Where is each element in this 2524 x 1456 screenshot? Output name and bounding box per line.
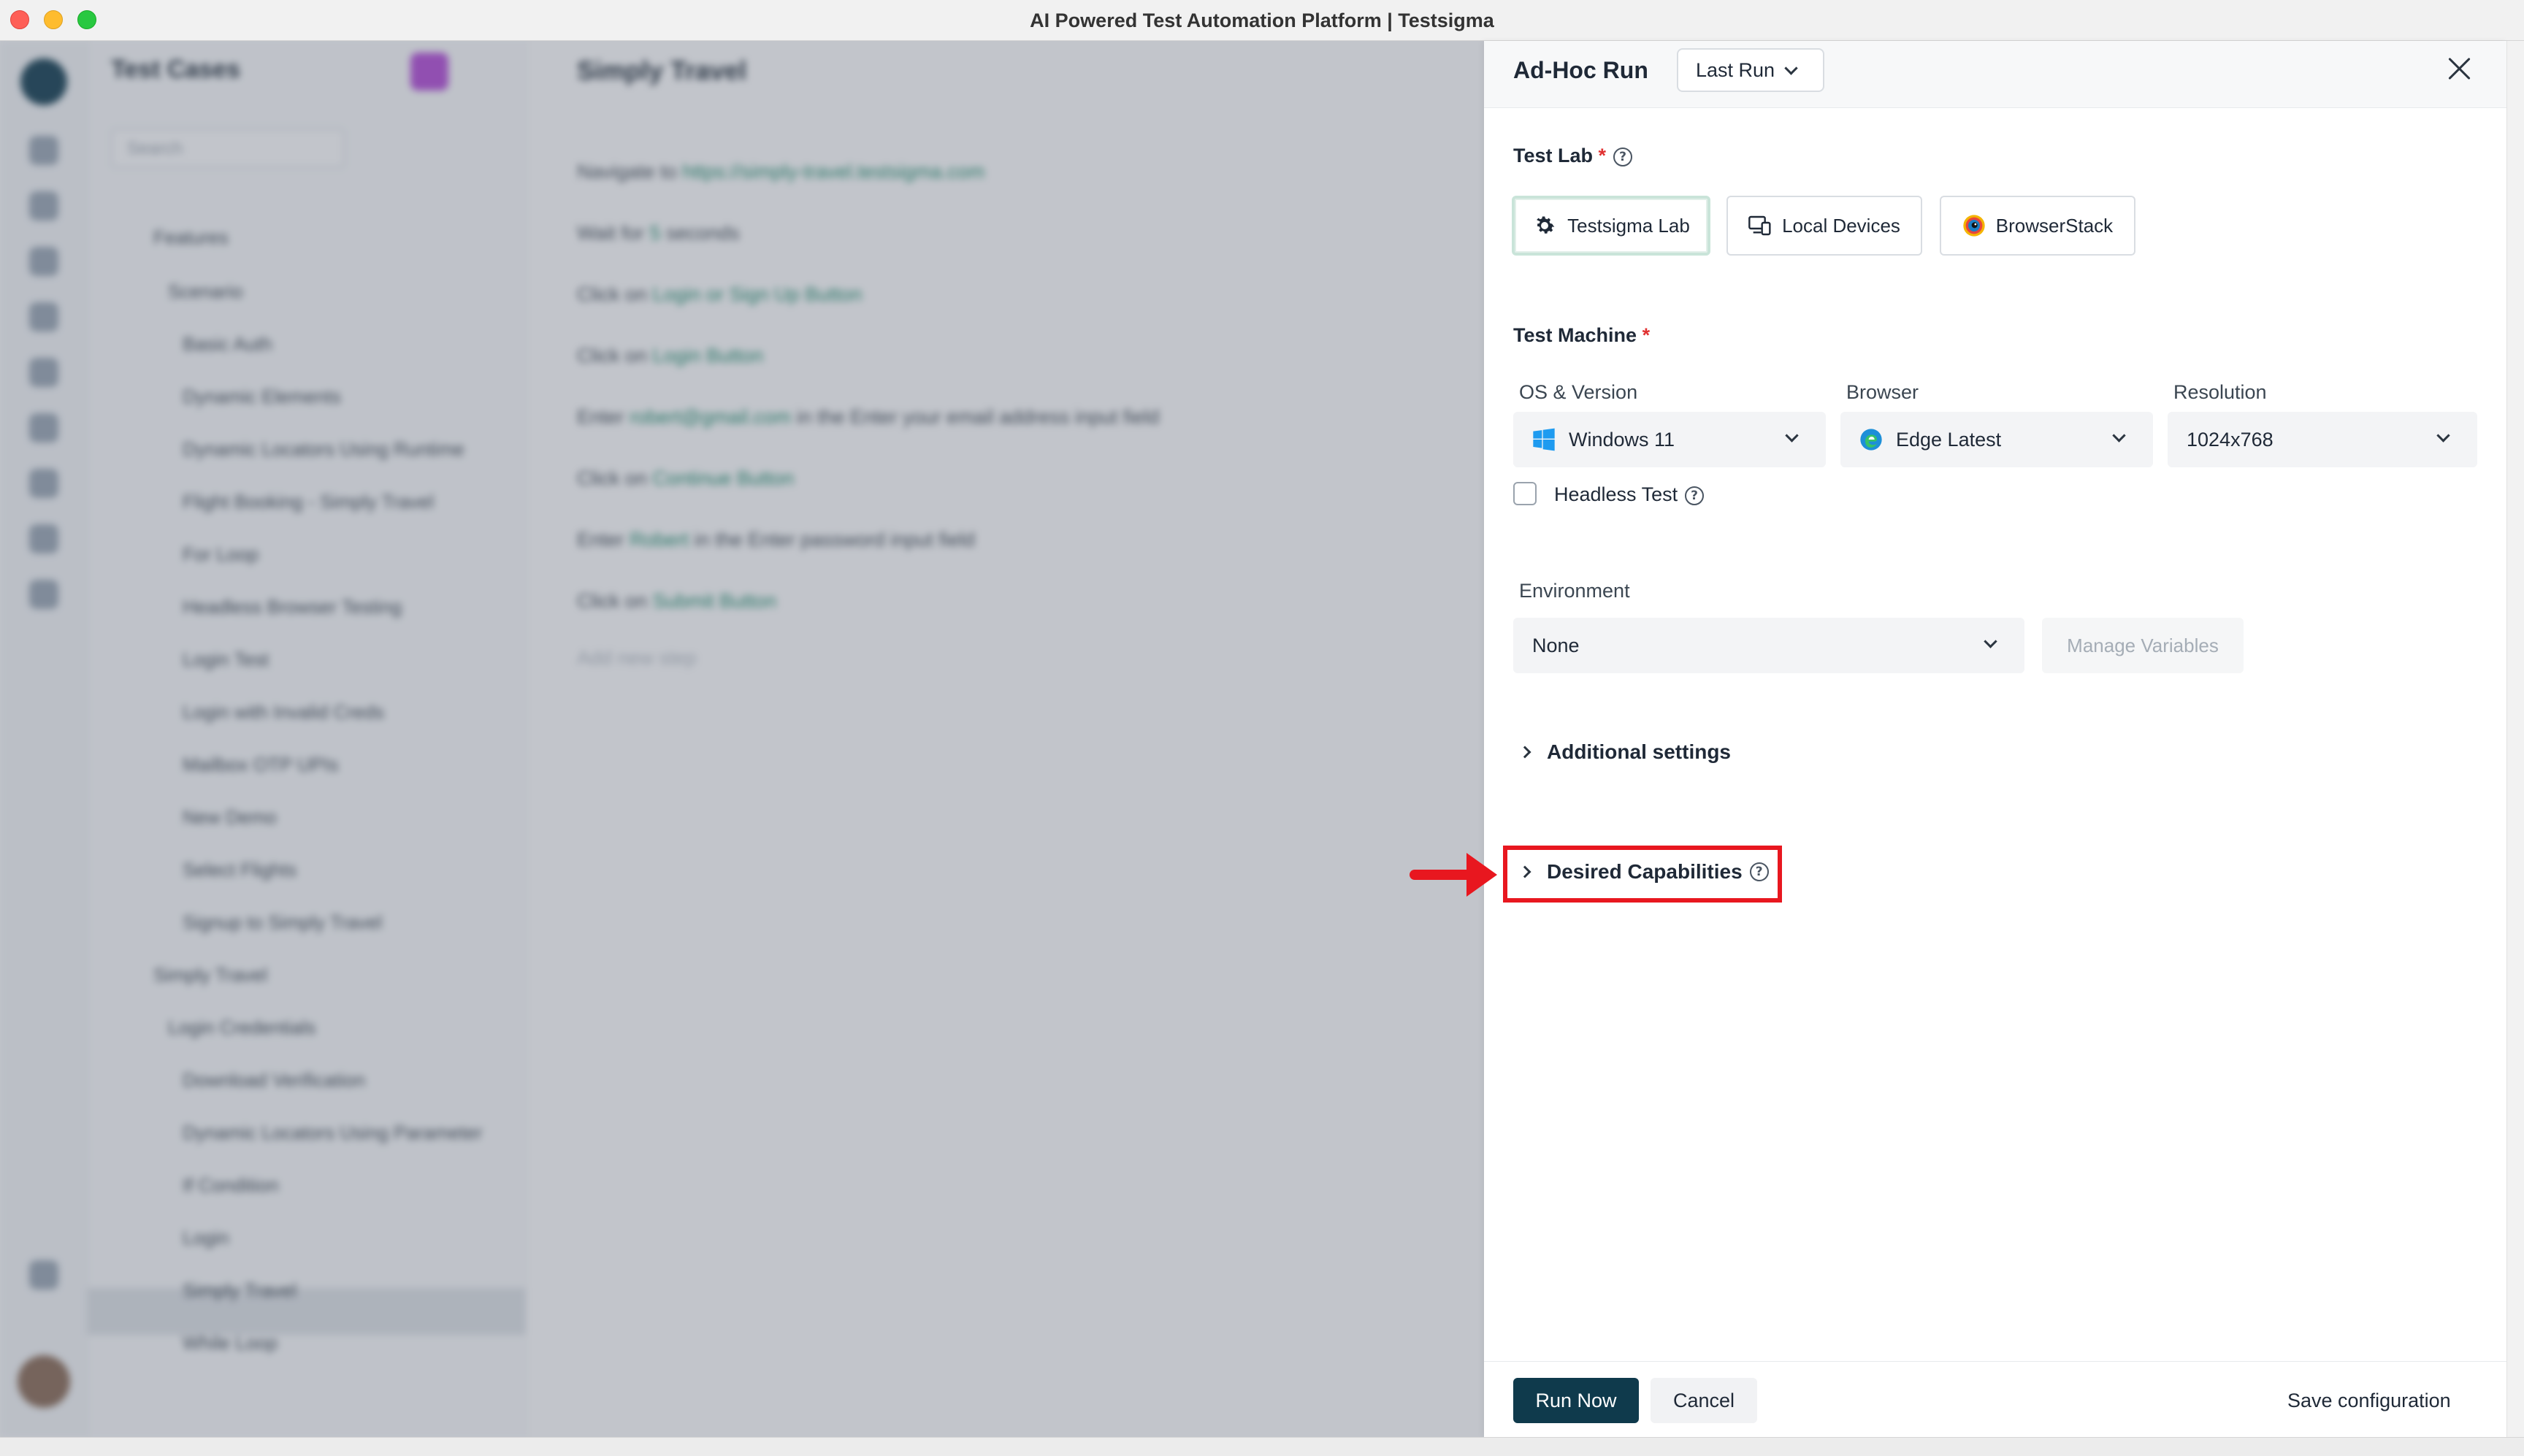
cancel-button[interactable]: Cancel [1651,1378,1757,1423]
run-now-button[interactable]: Run Now [1513,1378,1639,1423]
additional-settings-label: Additional settings [1547,740,1731,763]
window-bottom-bar [0,1437,2524,1456]
chevron-down-icon [1784,61,1798,75]
help-icon: ? [1613,147,1633,166]
test-lab-label: Test Lab *? [1513,145,1633,167]
close-icon[interactable] [2447,55,2473,82]
testsigma-lab-button[interactable]: Testsigma Lab [1512,196,1710,256]
browser-label: Browser [1846,381,1919,403]
environment-value: None [1532,634,1580,656]
environment-select[interactable]: None [1513,618,2024,673]
edge-logo-icon [1860,429,1882,451]
background-app: Test Cases Search Features Scenario Basi… [0,41,1484,1437]
browser-value: Edge Latest [1896,428,2002,451]
annotation-arrow-head [1466,853,1497,897]
run-config-select[interactable]: Last Run [1677,48,1824,92]
headless-test-label: Headless Test? [1554,483,1705,506]
window-title: AI Powered Test Automation Platform | Te… [1030,9,1494,31]
os-version-select[interactable]: Windows 11 [1513,412,1826,467]
os-version-value: Windows 11 [1569,428,1675,451]
save-configuration-button[interactable]: Save configuration [2287,1390,2451,1412]
additional-settings-toggle[interactable]: Additional settings [1518,740,1731,764]
windows-logo-icon [1533,428,1555,451]
drawer-footer: Run Now Cancel Save configuration [1484,1361,2506,1437]
annotation-highlight-box [1503,846,1782,903]
testsigma-lab-label: Testsigma Lab [1567,214,1690,237]
devices-icon [1748,215,1771,236]
browserstack-logo-icon [1963,215,1985,237]
drawer-header: Ad-Hoc Run Last Run [1484,41,2506,108]
chevron-down-icon [2112,429,2126,442]
browserstack-button[interactable]: BrowserStack [1940,196,2135,256]
scrollbar[interactable] [2506,41,2524,1437]
manage-variables-button[interactable]: Manage Variables [2042,618,2244,673]
modal-overlay[interactable] [0,41,1484,1437]
adhoc-run-drawer: Ad-Hoc Run Last Run Test Lab *? Testsigm… [1484,41,2506,1437]
chevron-down-icon [1984,635,1997,648]
browserstack-label: BrowserStack [1995,214,2114,237]
test-machine-label: Test Machine * [1513,324,1651,346]
headless-test-checkbox[interactable] [1513,482,1537,505]
chevron-down-icon [2436,429,2450,442]
resolution-select[interactable]: 1024x768 [2168,412,2477,467]
help-icon: ? [1685,486,1705,505]
local-devices-button[interactable]: Local Devices [1726,196,1922,256]
os-version-label: OS & Version [1519,381,1638,403]
resolution-value: 1024x768 [2187,428,2273,451]
environment-label: Environment [1519,580,1630,602]
resolution-label: Resolution [2173,381,2267,403]
chevron-down-icon [1785,429,1799,442]
run-config-value: Last Run [1696,59,1775,81]
browser-select[interactable]: Edge Latest [1840,412,2153,467]
chevron-right-icon [1518,746,1531,759]
gear-icon [1537,216,1555,234]
drawer-title: Ad-Hoc Run [1513,57,1648,83]
local-devices-label: Local Devices [1782,214,1900,237]
